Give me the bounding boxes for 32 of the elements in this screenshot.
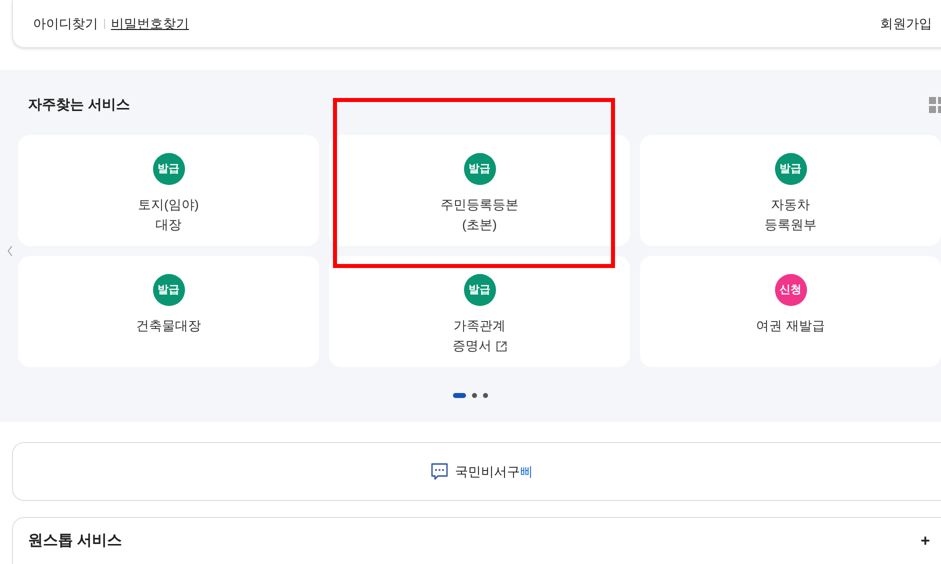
assistant-label: 국민비서구삐 xyxy=(455,462,533,481)
service-label: 토지(임야) xyxy=(138,196,199,214)
service-badge: 발급 xyxy=(464,274,496,306)
service-label: 여권 재발급 xyxy=(756,317,825,335)
login-link[interactable]: 아이디찾기 xyxy=(33,14,98,34)
service-label: 등록원부 xyxy=(764,216,816,234)
section-title: 자주찾는 서비스 xyxy=(28,95,130,114)
service-card[interactable]: 발급 가족관계 증명서 xyxy=(329,256,630,367)
service-card[interactable]: 신청 여권 재발급 xyxy=(640,256,941,367)
service-card[interactable]: 발급 토지(임야) 대장 xyxy=(18,135,319,246)
expand-toggle[interactable]: + xyxy=(920,530,930,554)
service-label: 증명서 xyxy=(452,337,492,355)
service-label: 대장 xyxy=(155,216,182,234)
service-badge: 발급 xyxy=(774,153,806,185)
service-badge: 발급 xyxy=(152,153,184,185)
service-label: 주민등록등본 xyxy=(440,196,518,214)
service-label: 가족관계 xyxy=(454,317,506,335)
service-label: 건축물대장 xyxy=(136,317,201,335)
chat-bubble-icon xyxy=(430,462,449,481)
service-label: 자동차 xyxy=(771,196,810,214)
section-title: 원스톱 서비스 xyxy=(28,531,122,551)
service-card[interactable]: 발급 주민등록등본 (초본) xyxy=(329,135,630,246)
service-card[interactable]: 발급 자동차 등록원부 xyxy=(640,135,941,246)
service-badge: 발급 xyxy=(152,274,184,306)
service-badge: 발급 xyxy=(464,153,496,185)
service-badge: 신청 xyxy=(774,274,806,306)
assistant-bar[interactable]: 국민비서구삐 xyxy=(12,442,941,501)
login-link[interactable]: 비밀번호찾기 xyxy=(111,14,189,34)
service-label: (초본) xyxy=(462,216,497,234)
service-card[interactable]: 발급 건축물대장 xyxy=(18,256,319,367)
signup-link[interactable]: 회원가입 xyxy=(880,14,932,34)
grid-icon[interactable] xyxy=(929,96,941,112)
